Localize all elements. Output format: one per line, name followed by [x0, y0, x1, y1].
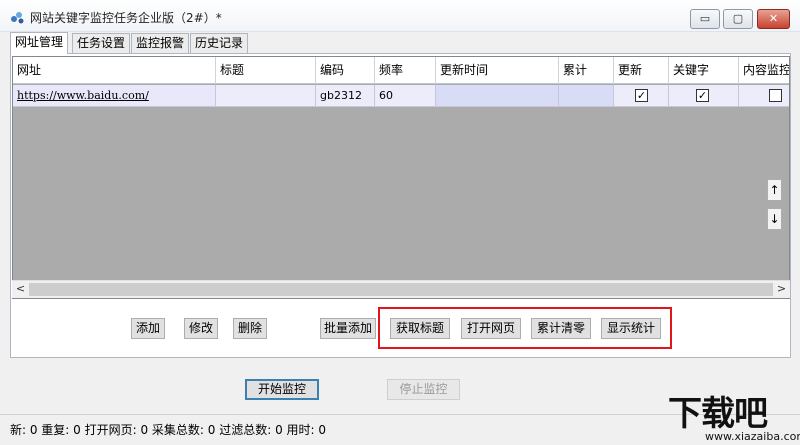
- keyword-checkbox[interactable]: ✓: [696, 89, 709, 102]
- edit-button[interactable]: 修改: [184, 318, 218, 339]
- scroll-left-icon[interactable]: <: [12, 281, 29, 298]
- open-page-button[interactable]: 打开网页: [461, 318, 521, 339]
- get-title-button[interactable]: 获取标题: [390, 318, 450, 339]
- app-window: 网站关键字监控任务企业版（2#）* ▭ ▢ ✕ 网址管理 任务设置 监控报警 历…: [0, 0, 800, 445]
- cell-title[interactable]: [216, 85, 316, 107]
- content-monitor-checkbox[interactable]: [769, 89, 782, 102]
- tab-history[interactable]: 历史记录: [190, 33, 249, 53]
- minimize-button[interactable]: ▭: [690, 9, 720, 29]
- horizontal-scrollbar[interactable]: < >: [12, 280, 790, 298]
- show-stats-button[interactable]: 显示统计: [601, 318, 661, 339]
- column-header-title[interactable]: 标题: [216, 57, 316, 84]
- column-header-url[interactable]: 网址: [13, 57, 216, 84]
- maximize-button[interactable]: ▢: [723, 9, 753, 29]
- scroll-thumb[interactable]: [29, 283, 773, 296]
- start-monitor-button[interactable]: 开始监控: [245, 379, 319, 400]
- status-text: 新: 0 重复: 0 打开网页: 0 采集总数: 0 过滤总数: 0 用时: 0: [10, 423, 327, 437]
- clear-total-button[interactable]: 累计清零: [531, 318, 591, 339]
- column-header-frequency[interactable]: 频率: [375, 57, 436, 84]
- column-header-content-monitor[interactable]: 内容监控: [739, 57, 789, 84]
- column-header-update[interactable]: 更新: [614, 57, 669, 84]
- watermark-logo: 下载吧 www.xiazaiba.com: [662, 386, 800, 445]
- cell-update-time[interactable]: [436, 85, 559, 107]
- column-header-update-time[interactable]: 更新时间: [436, 57, 559, 84]
- window-title: 网站关键字监控任务企业版（2#）*: [30, 11, 222, 25]
- cell-frequency[interactable]: 60: [375, 85, 436, 107]
- cell-url[interactable]: https://www.baidu.com/: [13, 85, 216, 107]
- close-button[interactable]: ✕: [757, 9, 790, 29]
- delete-button[interactable]: 删除: [233, 318, 267, 339]
- cell-keyword: ✓: [669, 85, 739, 107]
- grid-header: 网址 标题 编码 频率 更新时间 累计 更新 关键字 内容监控: [13, 57, 789, 84]
- table-row[interactable]: https://www.baidu.com/ gb2312 60 ✓ ✓: [13, 85, 789, 107]
- cell-update: ✓: [614, 85, 669, 107]
- cell-encoding[interactable]: gb2312: [316, 85, 375, 107]
- tab-task-settings[interactable]: 任务设置: [72, 33, 131, 53]
- watermark-text: 下载吧: [668, 394, 768, 434]
- app-icon: [11, 12, 24, 24]
- watermark-url: www.xiazaiba.com: [705, 430, 800, 443]
- stop-monitor-button: 停止监控: [387, 379, 460, 400]
- add-button[interactable]: 添加: [131, 318, 165, 339]
- batch-add-button[interactable]: 批量添加: [320, 318, 376, 339]
- column-header-keyword[interactable]: 关键字: [669, 57, 739, 84]
- column-header-total[interactable]: 累计: [559, 57, 614, 84]
- title-bar: 网站关键字监控任务企业版（2#）* ▭ ▢ ✕: [0, 0, 800, 32]
- move-up-button[interactable]: ↑: [767, 179, 782, 201]
- move-down-button[interactable]: ↓: [767, 208, 782, 230]
- scroll-right-icon[interactable]: >: [773, 281, 790, 298]
- column-header-encoding[interactable]: 编码: [316, 57, 375, 84]
- cell-content-monitor: [739, 85, 789, 107]
- update-checkbox[interactable]: ✓: [635, 89, 648, 102]
- tab-url-management[interactable]: 网址管理: [10, 32, 69, 54]
- cell-total[interactable]: [559, 85, 614, 107]
- tab-monitor-alarm[interactable]: 监控报警: [131, 33, 190, 53]
- url-grid[interactable]: 网址 标题 编码 频率 更新时间 累计 更新 关键字 内容监控 https://…: [12, 56, 790, 299]
